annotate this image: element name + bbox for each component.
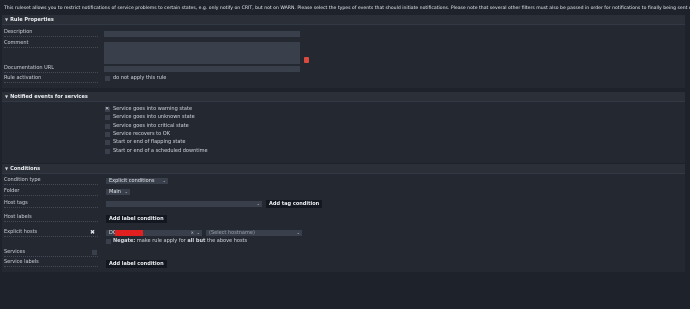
event-checkbox[interactable]: [105, 123, 110, 129]
disable-rule-checkbox[interactable]: [105, 76, 110, 81]
rule-properties-section: ▼ Rule Properties Description Comment Do…: [2, 15, 685, 88]
rule-properties-header[interactable]: ▼ Rule Properties: [2, 15, 685, 25]
services-label: Services: [4, 249, 26, 255]
explicit-host-select[interactable]: DC × ⌄: [106, 230, 202, 236]
event-label: Service goes into critical state: [113, 122, 189, 129]
explicit-hosts-label: Explicit hosts: [4, 229, 38, 235]
event-checkbox[interactable]: [105, 131, 110, 137]
chevron-down-icon: ⌄: [124, 189, 128, 194]
negate-checkbox[interactable]: [106, 239, 111, 244]
comment-label: Comment: [4, 40, 29, 46]
collapse-triangle-icon: ▼: [5, 166, 9, 171]
add-service-label-condition-button[interactable]: Add label condition: [106, 260, 167, 268]
event-label: Service recovers to OK: [113, 130, 171, 137]
services-checkbox[interactable]: [92, 250, 97, 255]
clear-icon[interactable]: ×: [191, 230, 194, 235]
remove-icon[interactable]: ✖: [90, 229, 95, 236]
section-title: Rule Properties: [10, 16, 54, 23]
event-checkbox[interactable]: [105, 115, 110, 121]
disable-rule-text: do not apply this rule: [113, 75, 167, 81]
conditions-section: ▼ Conditions Condition type Explicit con…: [2, 164, 685, 272]
hostname-select[interactable]: (Select hostname) ⌄: [206, 230, 302, 236]
host-labels-label: Host labels: [4, 214, 32, 220]
condition-type-value: Explicit conditions: [109, 178, 155, 184]
event-label: Service goes into unknown state: [113, 114, 195, 121]
collapse-triangle-icon: ▼: [5, 94, 9, 99]
event-label: Service goes into warning state: [113, 106, 193, 112]
notified-events-section: ▼ Notified events for services Service g…: [2, 92, 685, 163]
event-checkbox[interactable]: [105, 106, 110, 112]
folder-value: Main: [109, 189, 121, 195]
section-title: Conditions: [10, 165, 41, 172]
hostname-placeholder: (Select hostname): [209, 230, 255, 236]
event-checkbox[interactable]: [105, 148, 110, 154]
notified-events-header[interactable]: ▼ Notified events for services: [2, 92, 685, 102]
section-title: Notified events for services: [10, 93, 88, 100]
folder-label: Folder: [4, 188, 20, 194]
event-label: Start or end of a scheduled downtime: [113, 147, 208, 154]
chevron-down-icon: ⌄: [256, 201, 260, 206]
host-tags-label: Host tags: [4, 200, 28, 206]
condition-type-label: Condition type: [4, 177, 41, 183]
description-input[interactable]: [104, 31, 300, 37]
documentation-url-input[interactable]: [104, 66, 300, 72]
folder-select[interactable]: Main ⌄: [106, 189, 130, 195]
event-checkbox[interactable]: [105, 140, 110, 146]
event-label: Start or end of flapping state: [113, 139, 186, 146]
rule-activation-label: Rule activation: [4, 75, 42, 81]
redacted-hostname: [115, 230, 143, 236]
intro-text: This ruleset allows you to restrict noti…: [4, 6, 690, 11]
documentation-url-label: Documentation URL: [4, 65, 55, 71]
chevron-down-icon: ⌄: [162, 178, 166, 183]
conditions-header[interactable]: ▼ Conditions: [2, 164, 685, 174]
host-tag-group-select[interactable]: ⌄: [106, 201, 262, 207]
condition-type-select[interactable]: Explicit conditions ⌄: [106, 178, 168, 184]
edit-note-icon[interactable]: [304, 57, 309, 63]
add-host-label-condition-button[interactable]: Add label condition: [106, 215, 167, 223]
negate-text: Negate: make rule apply for all but the …: [113, 238, 248, 244]
chevron-down-icon: ⌄: [296, 230, 300, 235]
collapse-triangle-icon: ▼: [5, 17, 9, 22]
service-labels-label: Service labels: [4, 259, 39, 265]
comment-textarea[interactable]: [104, 42, 300, 64]
add-tag-condition-button[interactable]: Add tag condition: [266, 200, 323, 208]
chevron-down-icon: ⌄: [196, 230, 200, 235]
description-label: Description: [4, 29, 33, 35]
